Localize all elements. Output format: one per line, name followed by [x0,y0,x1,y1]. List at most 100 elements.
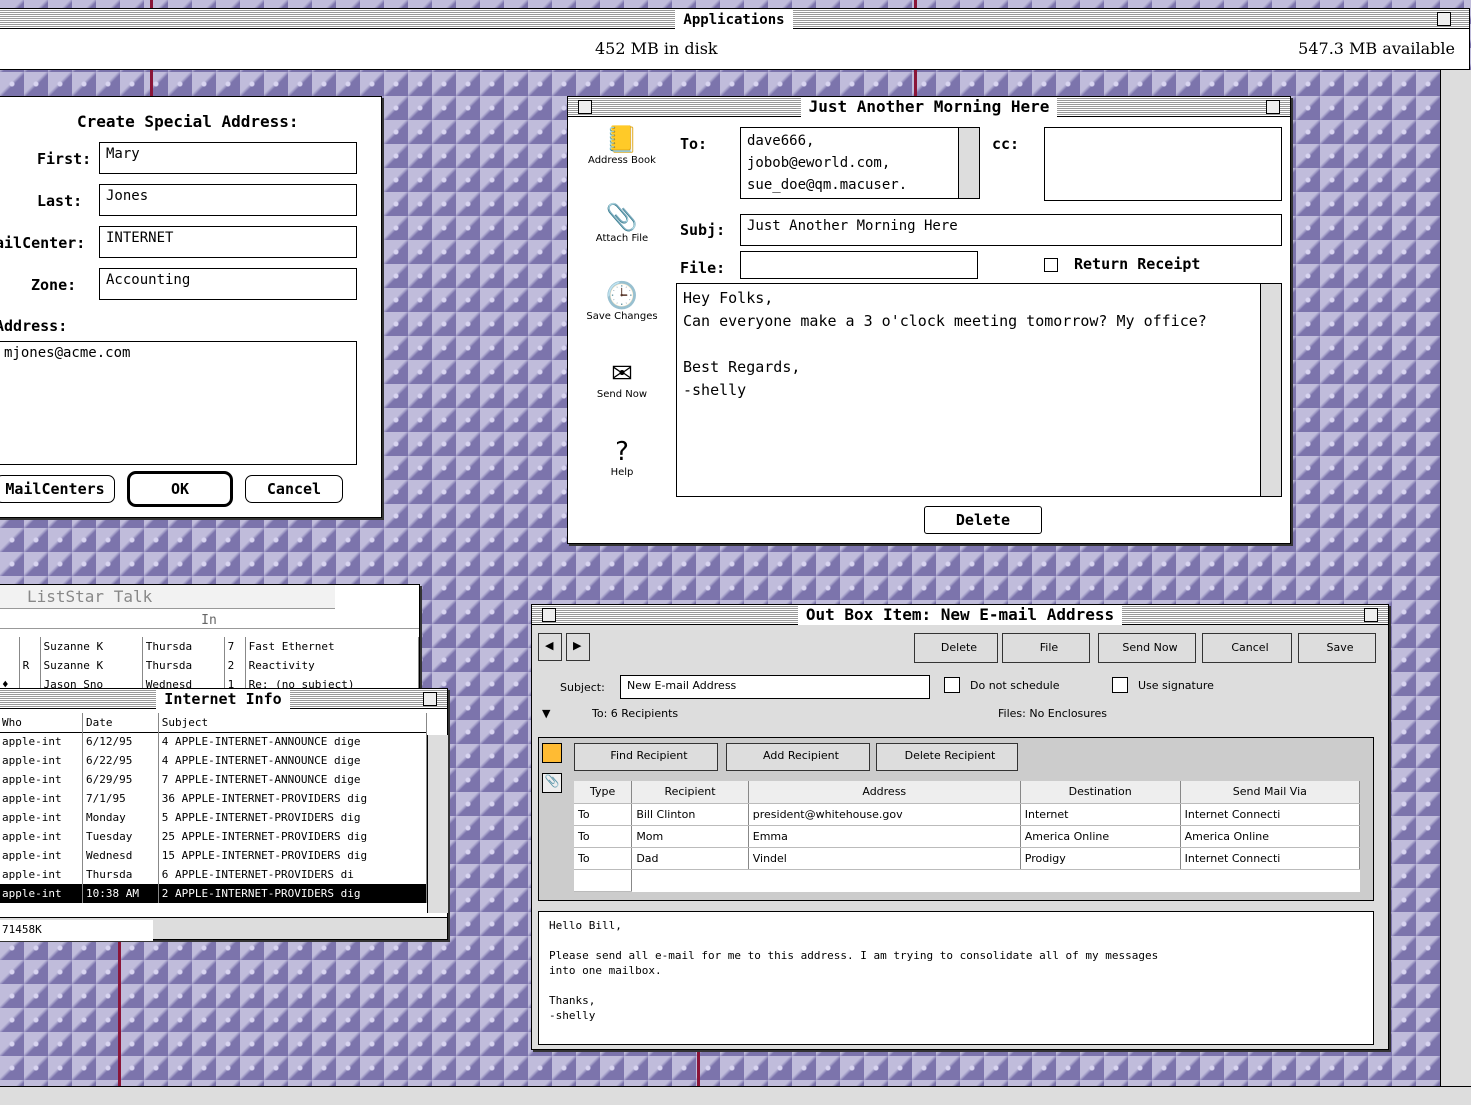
liststar-table[interactable]: Suzanne K Thursda 7 Fast Ethernet R Suzanne K… [0,637,420,694]
tab-attach-icon[interactable]: 📎 [542,773,562,793]
zoom-box-icon[interactable] [1266,100,1280,114]
attach-file-icon[interactable]: 📎 Attach File [572,203,672,277]
table-row[interactable]: apple-int 6/12/95 4 APPLE-INTERNET-ANNOUNC… [0,732,428,751]
last-field[interactable]: Jones [99,184,357,216]
cell[interactable]: Internet Connecti [1180,803,1361,826]
cancel-button[interactable]: Cancel [1202,633,1292,663]
cell[interactable]: To [574,847,633,870]
list-item[interactable]: R Suzanne K Thursda 2 Reactivity [0,656,420,675]
inet-table[interactable]: Who Date Subject apple-int 6/12/95 4 APPLE-IN… [0,713,428,903]
column-header[interactable]: Destination [1020,781,1181,804]
send-now-button[interactable]: Send Now [1098,633,1196,663]
body-scrollbar[interactable] [1260,284,1281,496]
ok-button[interactable]: OK [127,471,233,507]
column-header[interactable]: Address [748,781,1021,804]
table-row[interactable]: To Mom Emma America Online America Online [574,825,1361,848]
subject-field[interactable]: New E-mail Address [620,675,930,699]
file-field[interactable] [740,251,978,279]
zoom-box-icon[interactable] [1437,12,1451,26]
delete-button[interactable]: Delete [914,633,998,663]
zoom-box-icon[interactable] [1364,608,1378,622]
file-button[interactable]: File [1002,633,1090,663]
liststar-titlebar[interactable]: ListStar Talk [0,585,335,609]
back-arrow-icon[interactable]: ◀ [538,633,562,661]
do-not-schedule-checkbox[interactable] [944,677,960,693]
address-field[interactable]: mjones@acme.com [0,341,357,465]
cell[interactable]: Bill Clinton [631,803,749,826]
column-header[interactable]: Type [574,781,633,804]
recipient-table[interactable]: Type Recipient Address Destination Send Mail… [574,781,1361,892]
cell[interactable]: Emma [748,825,1021,848]
to-field[interactable]: dave666, jobob@eworld.com, sue_doe@qm.ma… [740,127,980,199]
table-row[interactable]: apple-int Thursda 6 APPLE-INTERNET-PROVIDE… [0,865,428,884]
inet-titlebar[interactable]: Internet Info [0,689,447,709]
cell[interactable]: To [574,825,633,848]
close-box-icon[interactable] [578,100,592,114]
cell[interactable]: Dad [631,847,749,870]
table-row[interactable]: apple-int 10:38 AM 2 APPLE-INTERNET-PROVID… [0,884,428,903]
column-header[interactable]: Send Mail Via [1180,781,1361,804]
finder-window: Applications 452 MB in disk 547.3 MB ava… [0,8,1470,70]
save-button[interactable]: Save [1298,633,1376,663]
find-recipient-button[interactable]: Find Recipient [574,743,718,771]
use-signature-checkbox[interactable] [1112,677,1128,693]
column-header[interactable]: Subject [158,713,428,732]
column-header[interactable]: Who [0,713,83,732]
tab-recipients-icon[interactable] [542,743,562,763]
outbox-titlebar[interactable]: Out Box Item: New E-mail Address [532,605,1388,625]
cell[interactable]: Internet Connecti [1180,847,1361,870]
cell[interactable]: America Online [1180,825,1361,848]
mail-titlebar[interactable]: Just Another Morning Here [568,97,1290,117]
forward-arrow-icon[interactable]: ▶ [566,633,590,661]
table-row[interactable]: apple-int Monday 5 APPLE-INTERNET-PROVIDER… [0,808,428,827]
finder-titlebar[interactable]: Applications [0,9,1469,30]
subj-field[interactable]: Just Another Morning Here [740,214,1282,246]
table-row[interactable]: To Dad Vindel Prodigy Internet Connecti [574,847,1361,870]
callout-line [118,925,121,1105]
cell[interactable]: Vindel [748,847,1021,870]
cell[interactable]: To [574,803,633,826]
table-row[interactable]: apple-int Tuesday 25 APPLE-INTERNET-PROVID… [0,827,428,846]
cell[interactable]: Internet [1020,803,1181,826]
send-now-icon[interactable]: ✉ Send Now [572,359,672,433]
cell[interactable]: Prodigy [1020,847,1181,870]
cell: Wednesd [82,846,159,865]
cc-field[interactable] [1044,127,1282,201]
list-item[interactable]: Suzanne K Thursda 7 Fast Ethernet [0,637,420,656]
table-row[interactable]: To Bill Clinton president@whitehouse.gov In… [574,803,1361,826]
table-row[interactable]: apple-int Wednesd 15 APPLE-INTERNET-PROVID… [0,846,428,865]
cell[interactable]: Mom [631,825,749,848]
close-box-icon[interactable] [542,608,556,622]
mail-body[interactable]: Hey Folks, Can everyone make a 3 o'clock… [676,283,1282,497]
column-header[interactable]: Recipient [631,781,749,804]
add-recipient-button[interactable]: Add Recipient [726,743,870,771]
column-header[interactable]: Date [82,713,159,732]
table-row[interactable]: apple-int 6/29/95 7 APPLE-INTERNET-ANNOUNC… [0,770,428,789]
disclosure-triangle-icon[interactable]: ▼ [542,707,550,720]
mailcenter-field[interactable]: INTERNET [99,226,357,258]
delete-recipient-button[interactable]: Delete Recipient [876,743,1018,771]
help-icon[interactable]: ? Help [572,437,672,511]
table-row[interactable]: apple-int 7/1/95 36 APPLE-INTERNET-PROVIDE… [0,789,428,808]
mailcenters-button[interactable]: MailCenters [0,475,115,503]
table-row[interactable]: apple-int 6/22/95 4 APPLE-INTERNET-ANNOUNC… [0,751,428,770]
address-book-icon[interactable]: 📒 Address Book [572,125,672,199]
to-scrollbar[interactable] [958,128,979,198]
zone-field[interactable]: Accounting [99,268,357,300]
table-header: Who Date Subject [0,713,428,732]
empty-row[interactable] [574,869,1360,892]
cell[interactable]: America Online [1020,825,1181,848]
cancel-button[interactable]: Cancel [245,475,343,503]
zoom-box-icon[interactable] [423,692,437,706]
return-receipt-checkbox[interactable] [1044,258,1058,272]
toolbar-glyph: ? [615,437,629,467]
mailcenter-label: ailCenter: [0,234,86,252]
finder-vscroll[interactable] [1440,70,1471,1105]
save-changes-icon[interactable]: 🕒 Save Changes [572,281,672,355]
outbox-body[interactable]: Hello Bill, Please send all e-mail for m… [538,911,1374,1045]
inet-vscroll[interactable] [427,735,448,913]
first-field[interactable]: Mary [99,142,357,174]
cell[interactable]: president@whitehouse.gov [748,803,1021,826]
finder-hscroll[interactable] [0,1086,1471,1105]
delete-button[interactable]: Delete [924,506,1042,534]
